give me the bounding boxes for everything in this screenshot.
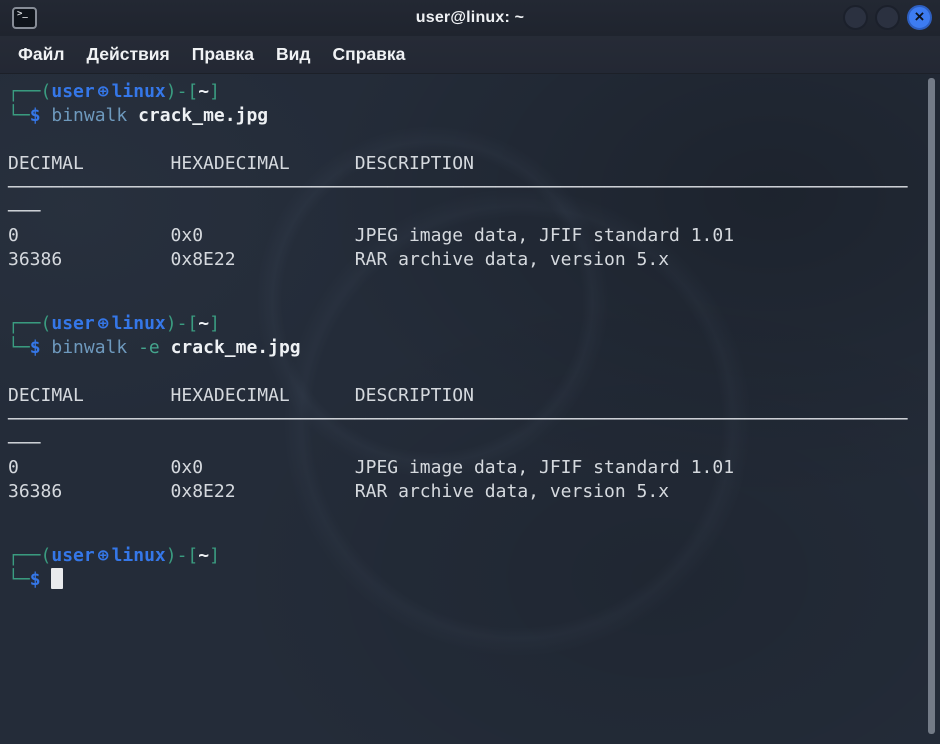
command-flag: -e <box>138 337 171 358</box>
prompt-frame: ] <box>209 313 220 334</box>
prompt-dollar: $ <box>30 337 52 358</box>
prompt-frame: └─ <box>8 569 30 590</box>
blank-line <box>0 292 940 312</box>
cell-decimal: 0 <box>8 456 171 480</box>
header-decimal: DECIMAL <box>8 152 171 176</box>
minimize-button[interactable] <box>843 5 868 30</box>
blank-line <box>0 272 940 292</box>
prompt-frame: ┌──( <box>8 545 51 566</box>
blank-line <box>0 128 940 152</box>
prompt-frame: ┌──( <box>8 81 51 102</box>
titlebar[interactable]: >_ user@linux: ~ × <box>0 0 940 36</box>
terminal-window: >_ user@linux: ~ × Файл Действия Правка … <box>0 0 940 744</box>
cell-decimal: 36386 <box>8 248 171 272</box>
separator-line: ────────────────────────────────────────… <box>0 176 940 200</box>
command-line: └─$ <box>0 568 940 592</box>
menu-item-actions[interactable]: Действия <box>76 38 181 71</box>
cell-hex: 0x0 <box>171 456 355 480</box>
menu-item-edit[interactable]: Правка <box>181 38 265 71</box>
scrollbar[interactable] <box>928 78 935 734</box>
menu-item-help[interactable]: Справка <box>322 38 417 71</box>
cell-hex: 0x8E22 <box>171 480 355 504</box>
blank-line <box>0 504 940 524</box>
text-cursor[interactable] <box>51 568 63 589</box>
menu-item-file[interactable]: Файл <box>7 38 76 71</box>
blank-line <box>0 360 940 384</box>
prompt-user: user <box>51 81 94 102</box>
blank-line <box>0 524 940 544</box>
command-name: binwalk <box>51 337 138 358</box>
prompt-frame: └─ <box>8 105 30 126</box>
cell-description: JPEG image data, JFIF standard 1.01 <box>355 225 734 246</box>
prompt-frame: ┌──( <box>8 313 51 334</box>
cell-hex: 0x0 <box>171 224 355 248</box>
at-icon: ⊕ <box>95 545 112 566</box>
prompt-frame: )-[ <box>166 313 199 334</box>
menu-item-view[interactable]: Вид <box>265 38 322 71</box>
header-description: DESCRIPTION <box>355 385 474 406</box>
prompt-frame: ] <box>209 545 220 566</box>
prompt-dollar: $ <box>30 105 52 126</box>
cell-description: RAR archive data, version 5.x <box>355 481 669 502</box>
table-row: 00x0JPEG image data, JFIF standard 1.01 <box>0 224 940 248</box>
command-arg: crack_me.jpg <box>138 105 268 126</box>
prompt-frame: )-[ <box>166 545 199 566</box>
prompt-path: ~ <box>198 313 209 334</box>
cell-description: RAR archive data, version 5.x <box>355 249 669 270</box>
prompt-host: linux <box>112 545 166 566</box>
command-arg: crack_me.jpg <box>171 337 301 358</box>
window-title: user@linux: ~ <box>0 9 940 27</box>
at-icon: ⊕ <box>95 313 112 334</box>
menubar: Файл Действия Правка Вид Справка <box>0 36 940 74</box>
table-header: DECIMALHEXADECIMALDESCRIPTION <box>0 152 940 176</box>
window-controls: × <box>843 5 932 30</box>
prompt-path: ~ <box>198 545 209 566</box>
prompt-host: linux <box>112 81 166 102</box>
command-line: └─$ binwalk crack_me.jpg <box>0 104 940 128</box>
separator-wrap: ─── <box>0 432 940 456</box>
cell-hex: 0x8E22 <box>171 248 355 272</box>
prompt-line: ┌──(user⊕linux)-[~] <box>0 544 940 568</box>
prompt-frame: └─ <box>8 337 30 358</box>
prompt-user: user <box>51 545 94 566</box>
header-hexadecimal: HEXADECIMAL <box>171 384 355 408</box>
prompt-line: ┌──(user⊕linux)-[~] <box>0 312 940 336</box>
prompt-frame: ] <box>209 81 220 102</box>
prompt-frame: )-[ <box>166 81 199 102</box>
close-button[interactable]: × <box>907 5 932 30</box>
header-hexadecimal: HEXADECIMAL <box>171 152 355 176</box>
cell-decimal: 36386 <box>8 480 171 504</box>
cell-description: JPEG image data, JFIF standard 1.01 <box>355 457 734 478</box>
prompt-line: ┌──(user⊕linux)-[~] <box>0 80 940 104</box>
at-icon: ⊕ <box>95 81 112 102</box>
prompt-dollar: $ <box>30 569 52 590</box>
close-icon: × <box>915 8 925 25</box>
prompt-user: user <box>51 313 94 334</box>
table-row: 363860x8E22RAR archive data, version 5.x <box>0 480 940 504</box>
table-row: 363860x8E22RAR archive data, version 5.x <box>0 248 940 272</box>
terminal-screen[interactable]: ┌──(user⊕linux)-[~] └─$ binwalk crack_me… <box>0 74 940 744</box>
separator-wrap: ─── <box>0 200 940 224</box>
terminal-app-icon: >_ <box>12 7 37 29</box>
table-header: DECIMALHEXADECIMALDESCRIPTION <box>0 384 940 408</box>
command-name: binwalk <box>51 105 138 126</box>
header-description: DESCRIPTION <box>355 153 474 174</box>
prompt-path: ~ <box>198 81 209 102</box>
prompt-host: linux <box>112 313 166 334</box>
separator-line: ────────────────────────────────────────… <box>0 408 940 432</box>
cell-decimal: 0 <box>8 224 171 248</box>
table-row: 00x0JPEG image data, JFIF standard 1.01 <box>0 456 940 480</box>
command-line: └─$ binwalk -e crack_me.jpg <box>0 336 940 360</box>
maximize-button[interactable] <box>875 5 900 30</box>
header-decimal: DECIMAL <box>8 384 171 408</box>
